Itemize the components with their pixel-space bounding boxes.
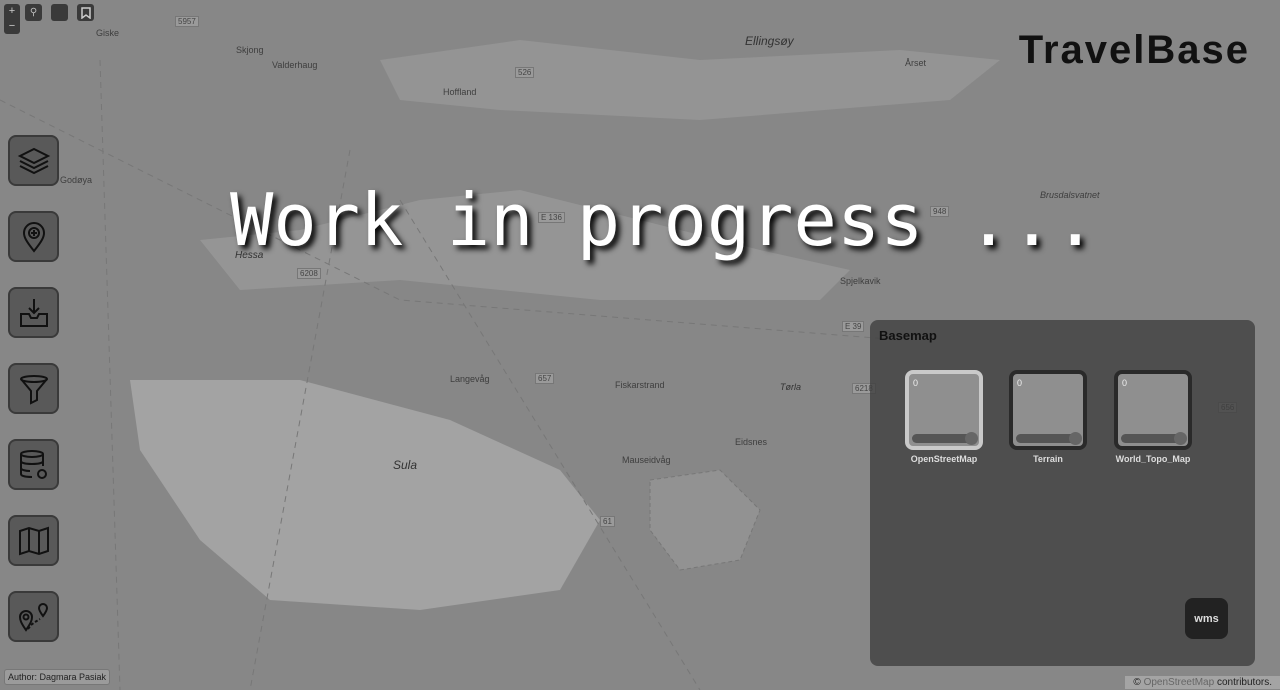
map-label: Langevåg [450,374,490,384]
zoom-in-button[interactable]: + [4,4,20,19]
search-button[interactable]: ⚲ [25,4,42,21]
openstreetmap-link[interactable]: OpenStreetMap [1144,677,1215,688]
database-settings-button[interactable] [8,439,59,490]
basemap-thumbnail: 0 [1114,370,1192,450]
app-logo: TravelBase [1018,28,1250,72]
opacity-value: 0 [913,378,919,388]
opacity-slider[interactable] [912,432,978,445]
basemap-title: Basemap [879,328,937,343]
download-tray-icon [19,298,48,327]
map-attribution: © OpenStreetMap contributors. [1125,676,1280,689]
basemap-option-terrain[interactable]: 0 Terrain [1009,370,1087,464]
opacity-value: 0 [1122,378,1128,388]
search-icon: ⚲ [29,7,38,18]
opacity-value: 0 [1017,378,1023,388]
map-label: Mauseidvåg [622,455,671,465]
map-label: Sula [393,458,418,472]
database-settings-icon [19,449,47,479]
basemap-name: World_Topo_Map [1115,454,1191,464]
map-label: Spjelkavik [840,276,881,286]
road-label: E 39 [842,321,865,332]
map-label: Ellingsøy [745,34,794,48]
author-credit: Author: Dagmara Pasiak [4,669,111,685]
layers-button[interactable] [8,135,59,186]
wms-button[interactable]: wms [1185,598,1228,639]
map-label: Godøya [60,175,93,185]
add-location-icon [22,221,45,253]
road-label: 526 [515,67,535,78]
opacity-slider[interactable] [1016,432,1082,445]
basemap-option-openstreetmap[interactable]: 0 OpenStreetMap [905,370,983,464]
map-icon [18,526,49,555]
road-label: 657 [535,373,555,384]
fullscreen-button[interactable] [51,4,68,21]
map-label: Skjong [236,45,264,55]
route-button[interactable] [8,591,59,642]
add-location-button[interactable] [8,211,59,262]
zoom-control: + − [4,4,20,34]
map-label: Tørla [780,382,801,392]
attribution-suffix: contributors. [1214,677,1272,688]
bookmark-icon [80,6,91,19]
work-in-progress-banner: Work in progress ... [230,178,1097,262]
map-label: Eidsnes [735,437,768,447]
layers-icon [17,147,50,174]
road-label: 61 [600,516,615,527]
map-label: Fiskarstrand [615,380,665,390]
basemap-name: Terrain [1033,454,1063,464]
download-button[interactable] [8,287,59,338]
basemap-thumbnail: 0 [905,370,983,450]
basemap-thumbnail: 0 [1009,370,1087,450]
basemap-panel: Basemap 0 OpenStreetMap 0 Terrain 0 Worl… [870,320,1255,666]
filter-button[interactable] [8,363,59,414]
map-label: Hoffland [443,87,477,97]
copyright-symbol: © [1133,677,1144,688]
road-label: 6208 [297,268,321,279]
basemap-option-world-topo-map[interactable]: 0 World_Topo_Map [1114,370,1192,464]
map-label: Årset [905,58,927,68]
filter-icon [19,374,48,405]
zoom-out-button[interactable]: − [4,19,20,34]
opacity-slider[interactable] [1121,432,1187,445]
map-button[interactable] [8,515,59,566]
road-label: 5957 [175,16,199,27]
map-label: Giske [96,28,120,38]
map-label: Valderhaug [272,60,318,70]
basemap-name: OpenStreetMap [910,454,978,464]
route-icon [18,602,48,632]
bookmark-button[interactable] [77,4,94,21]
